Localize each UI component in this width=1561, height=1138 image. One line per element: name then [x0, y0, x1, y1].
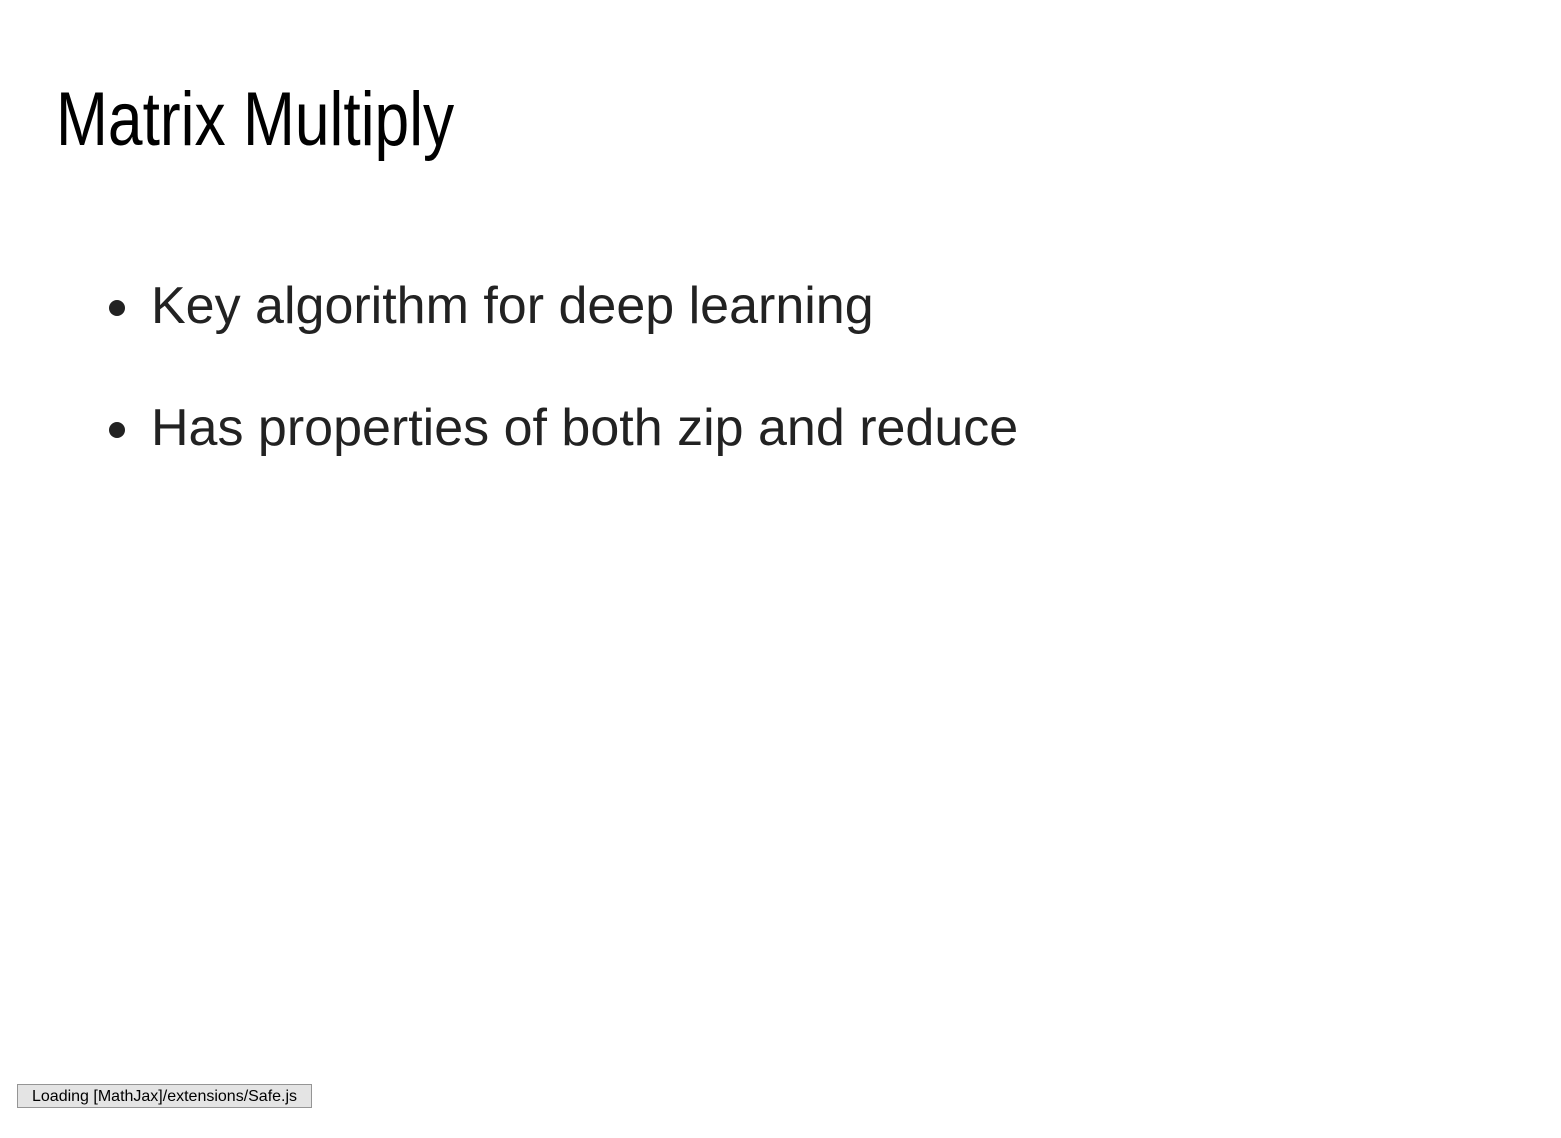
bullet-icon [109, 422, 125, 438]
bullet-list: Key algorithm for deep learning Has prop… [104, 276, 1018, 520]
bullet-text: Key algorithm for deep learning [151, 277, 874, 335]
bullet-item: Key algorithm for deep learning [104, 276, 1018, 336]
bullet-item: Has properties of both zip and reduce [104, 398, 1018, 458]
bullet-icon [109, 300, 125, 316]
bullet-text: Has properties of both zip and reduce [151, 399, 1019, 457]
slide-title: Matrix Multiply [56, 77, 455, 162]
mathjax-loading-status: Loading [MathJax]/extensions/Safe.js [17, 1084, 313, 1108]
